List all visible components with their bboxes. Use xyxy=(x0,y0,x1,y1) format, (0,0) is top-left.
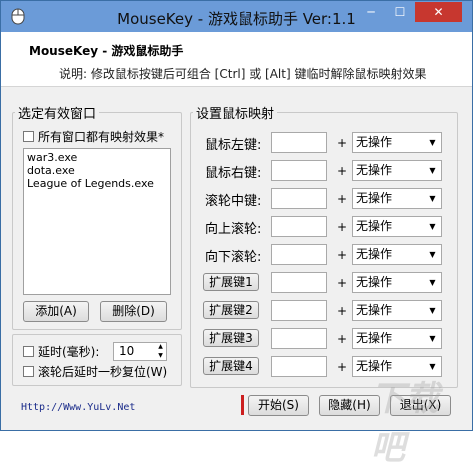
add-button[interactable]: 添加(A) xyxy=(23,301,89,322)
title-bar[interactable]: MouseKey - 游戏鼠标助手 Ver:1.1 ─ ☐ ✕ xyxy=(1,1,472,32)
delay-checkbox[interactable] xyxy=(23,346,34,357)
select-value: 无操作 xyxy=(356,303,393,317)
extend-key-1-action-select[interactable]: 无操作 ▼ xyxy=(352,272,442,293)
plus-sign: + xyxy=(337,276,348,290)
wheel-up-label: 向上滚轮: xyxy=(205,222,262,237)
wheel-up-key-input[interactable] xyxy=(271,216,327,237)
start-marker xyxy=(241,395,244,415)
header-banner: MouseKey - 游戏鼠标助手 说明: 修改鼠标按键后可组合 [Ctrl] … xyxy=(1,32,472,87)
list-item[interactable]: dota.exe xyxy=(27,164,167,177)
plus-sign: + xyxy=(337,360,348,374)
chevron-down-icon: ▼ xyxy=(429,166,436,175)
middle-button-key-input[interactable] xyxy=(271,188,327,209)
plus-sign: + xyxy=(337,248,348,262)
chevron-down-icon: ▼ xyxy=(429,278,436,287)
list-item[interactable]: League of Legends.exe xyxy=(27,177,167,190)
delay-stepper[interactable]: 10 ▲ ▼ xyxy=(113,342,167,361)
select-value: 无操作 xyxy=(356,331,393,345)
left-button-key-input[interactable] xyxy=(271,132,327,153)
reset-label: 滚轮后延时一秒复位(W) xyxy=(38,365,168,379)
minimize-button[interactable]: ─ xyxy=(357,2,385,22)
plus-sign: + xyxy=(337,220,348,234)
reset-checkbox[interactable] xyxy=(23,366,34,377)
wheel-down-label: 向下滚轮: xyxy=(205,250,262,265)
select-value: 无操作 xyxy=(356,135,393,149)
extend-key-2-action-select[interactable]: 无操作 ▼ xyxy=(352,300,442,321)
extend-key-4-button[interactable]: 扩展键4 xyxy=(203,357,259,375)
extend-key-1-button[interactable]: 扩展键1 xyxy=(203,273,259,291)
right-button-action-select[interactable]: 无操作 ▼ xyxy=(352,160,442,181)
chevron-down-icon: ▼ xyxy=(429,194,436,203)
middle-button-label: 滚轮中键: xyxy=(205,194,262,209)
extend-key-3-button[interactable]: 扩展键3 xyxy=(203,329,259,347)
select-value: 无操作 xyxy=(356,163,393,177)
chevron-down-icon: ▼ xyxy=(429,222,436,231)
select-value: 无操作 xyxy=(356,275,393,289)
close-icon: ✕ xyxy=(433,5,444,19)
spin-down-icon[interactable]: ▼ xyxy=(155,352,166,360)
mapping-legend: 设置鼠标映射 xyxy=(196,107,275,122)
right-button-label: 鼠标右键: xyxy=(205,166,262,181)
extend-key-2-button[interactable]: 扩展键2 xyxy=(203,301,259,319)
delete-button[interactable]: 删除(D) xyxy=(100,301,167,322)
left-button-action-select[interactable]: 无操作 ▼ xyxy=(352,132,442,153)
wheel-down-key-input[interactable] xyxy=(271,244,327,265)
right-button-key-input[interactable] xyxy=(271,160,327,181)
website-link[interactable]: Http://Www.YuLv.Net xyxy=(21,402,135,413)
window-select-legend: 选定有效窗口 xyxy=(18,107,97,122)
plus-sign: + xyxy=(337,304,348,318)
plus-sign: + xyxy=(337,332,348,346)
delay-value: 10 xyxy=(119,344,135,358)
chevron-down-icon: ▼ xyxy=(429,138,436,147)
extend-key-1-input[interactable] xyxy=(271,272,327,293)
spin-up-icon[interactable]: ▲ xyxy=(155,343,166,351)
delay-label: 延时(毫秒): xyxy=(38,345,100,359)
maximize-button[interactable]: ☐ xyxy=(386,2,414,22)
extend-key-2-input[interactable] xyxy=(271,300,327,321)
extend-key-3-action-select[interactable]: 无操作 ▼ xyxy=(352,328,442,349)
chevron-down-icon: ▼ xyxy=(429,306,436,315)
minimize-icon: ─ xyxy=(367,5,375,19)
select-value: 无操作 xyxy=(356,219,393,233)
plus-sign: + xyxy=(337,192,348,206)
start-button[interactable]: 开始(S) xyxy=(248,395,309,416)
extend-key-3-input[interactable] xyxy=(271,328,327,349)
chevron-down-icon: ▼ xyxy=(429,250,436,259)
middle-button-action-select[interactable]: 无操作 ▼ xyxy=(352,188,442,209)
header-description: 说明: 修改鼠标按键后可组合 [Ctrl] 或 [Alt] 键临时解除鼠标映射效… xyxy=(59,67,427,81)
close-button[interactable]: ✕ xyxy=(415,2,462,22)
maximize-icon: ☐ xyxy=(394,5,406,19)
wheel-up-action-select[interactable]: 无操作 ▼ xyxy=(352,216,442,237)
main-window: MouseKey - 游戏鼠标助手 Ver:1.1 ─ ☐ ✕ MouseKey… xyxy=(0,0,473,468)
all-windows-checkbox[interactable] xyxy=(23,131,34,142)
select-value: 无操作 xyxy=(356,191,393,205)
wheel-down-action-select[interactable]: 无操作 ▼ xyxy=(352,244,442,265)
select-value: 无操作 xyxy=(356,247,393,261)
header-title: MouseKey - 游戏鼠标助手 xyxy=(29,44,184,58)
all-windows-label: 所有窗口都有映射效果* xyxy=(38,130,165,144)
window-list[interactable]: war3.exe dota.exe League of Legends.exe xyxy=(23,148,171,295)
plus-sign: + xyxy=(337,136,348,150)
left-button-label: 鼠标左键: xyxy=(205,138,262,153)
plus-sign: + xyxy=(337,164,348,178)
chevron-down-icon: ▼ xyxy=(429,334,436,343)
watermark: 下载吧 xyxy=(371,379,439,468)
list-item[interactable]: war3.exe xyxy=(27,151,167,164)
extend-key-4-input[interactable] xyxy=(271,356,327,377)
